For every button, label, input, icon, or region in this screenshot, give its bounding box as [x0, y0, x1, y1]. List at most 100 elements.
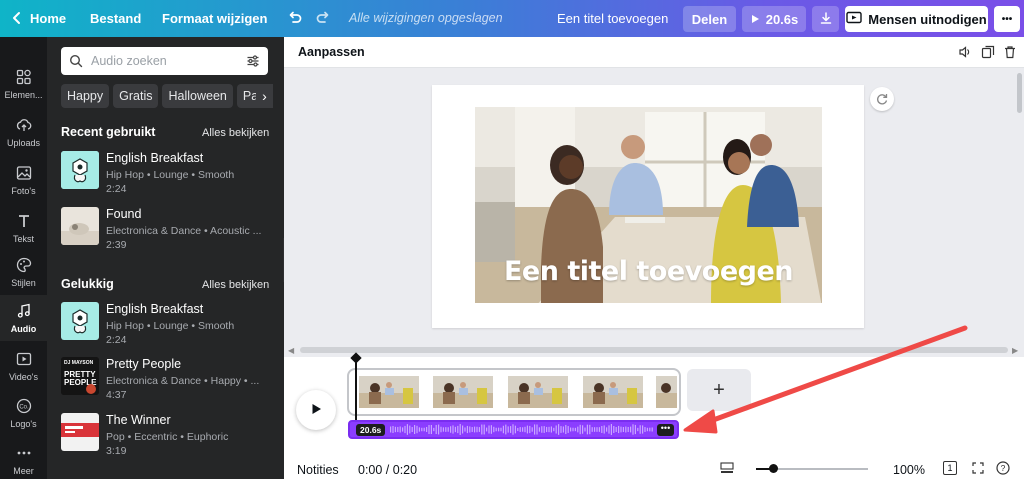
text-icon [16, 213, 32, 231]
rail-label-uploads: Uploads [6, 137, 41, 148]
time-readout: 0:00 / 0:20 [358, 463, 418, 477]
waveform-bar [510, 426, 512, 433]
list-item[interactable]: English Breakfast Hip Hop • Lounge • Smo… [61, 302, 271, 350]
regenerate-icon[interactable] [870, 87, 894, 111]
waveform-bar [548, 426, 550, 433]
waveform-bar [632, 424, 634, 435]
waveform-bar [428, 424, 430, 435]
duplicate-icon[interactable] [981, 45, 995, 59]
clip-frame [583, 376, 643, 408]
waveform-bar [651, 427, 653, 432]
filter-icon[interactable] [246, 54, 260, 68]
waveform-bar [414, 424, 416, 435]
meeting-photo[interactable]: Een titel toevoegen [475, 107, 822, 303]
list-item[interactable]: Found Electronica & Dance • Acoustic ...… [61, 207, 271, 255]
playhead[interactable] [355, 357, 357, 425]
help-icon[interactable]: ? [996, 461, 1010, 478]
present-icon [846, 11, 862, 28]
chevron-left-icon[interactable] [8, 9, 26, 27]
track-duration: 2:24 [106, 183, 127, 195]
waveform-bar [546, 426, 548, 433]
notes-button[interactable]: Notities [297, 463, 339, 477]
scroll-left-icon[interactable]: ◀ [288, 346, 294, 355]
waveform-bar [464, 427, 466, 432]
volume-icon[interactable] [958, 45, 972, 59]
waveform-bar [474, 426, 476, 433]
chip-free[interactable]: Gratis [113, 84, 159, 108]
redo-icon[interactable] [315, 9, 333, 27]
track-meta: Hip Hop • Lounge • Smooth [106, 169, 235, 181]
resize-menu[interactable]: Formaat wijzigen [162, 11, 267, 26]
waveform-bar [637, 427, 639, 432]
waveform-bar [440, 426, 442, 433]
rail-item-photos[interactable]: Foto's [0, 157, 47, 203]
rail-item-styles[interactable]: Stijlen [0, 249, 47, 295]
track-meta: Electronica & Dance • Acoustic ... [106, 225, 262, 237]
waveform-bar [543, 426, 545, 433]
scroll-right-icon[interactable]: ▶ [1012, 346, 1018, 355]
page-title-text[interactable]: Een titel toevoegen [475, 256, 822, 287]
upload-icon [16, 117, 32, 135]
audio-track[interactable]: 20.6s ••• [348, 420, 679, 439]
video-clip[interactable] [347, 368, 681, 416]
waveform-bar [541, 426, 543, 433]
zoom-level[interactable]: 100% [893, 463, 925, 477]
waveform-bar [562, 426, 564, 433]
audio-search[interactable]: Audio zoeken [61, 47, 268, 75]
waveform-bar [591, 427, 593, 432]
waveform-bar [522, 427, 524, 432]
rail-item-uploads[interactable]: Uploads [0, 109, 47, 155]
chip-happy[interactable]: Happy [61, 84, 110, 108]
play-preview-button[interactable]: 20.6s [742, 6, 806, 32]
track-duration: 4:37 [106, 389, 127, 401]
more-menu-button[interactable]: ••• [994, 6, 1020, 32]
rail-item-videos[interactable]: Video's [0, 343, 47, 389]
list-item[interactable]: DJ MAYSON PRETTY PEOPLE Pretty People Elec… [61, 357, 271, 405]
waveform-bar [426, 426, 428, 433]
rail-item-audio[interactable]: Audio [0, 295, 47, 341]
chevron-right-icon[interactable]: › [256, 84, 273, 108]
rail-item-logos[interactable]: Co. Logo's [0, 390, 47, 436]
fullscreen-icon[interactable] [972, 462, 984, 477]
waveform-bar [406, 424, 408, 435]
grid-view-icon[interactable] [720, 462, 734, 477]
save-status: Alle wijzigingen opgeslagen [349, 11, 503, 25]
design-title[interactable]: Een titel toevoegen [557, 11, 668, 26]
rail-item-elements[interactable]: Elemen... [0, 61, 47, 107]
rail-label-videos: Video's [8, 371, 39, 382]
waveform-bar [618, 425, 620, 434]
list-item[interactable]: English Breakfast Hip Hop • Lounge • Smo… [61, 151, 271, 199]
adjust-button[interactable]: Aanpassen [298, 45, 365, 59]
editor-toolbar: Aanpassen [284, 37, 1024, 68]
rail-item-text[interactable]: Tekst [0, 205, 47, 251]
recent-see-all-link[interactable]: Alles bekijken [202, 127, 269, 139]
invite-button[interactable]: Mensen uitnodigen [845, 6, 988, 32]
design-page[interactable]: Een titel toevoegen [432, 85, 864, 328]
waveform-bar [488, 425, 490, 434]
waveform-bar [574, 427, 576, 432]
waveform-bar [486, 427, 488, 432]
add-clip-button[interactable]: + [687, 369, 751, 411]
list-item[interactable]: The Winner Pop • Eccentric • Euphoric 3:… [61, 413, 271, 461]
home-link[interactable]: Home [30, 11, 66, 26]
zoom-slider-handle[interactable] [768, 464, 778, 473]
waveform-bar [630, 426, 632, 433]
canvas-horizontal-scrollbar[interactable]: ◀ ▶ [284, 343, 1024, 357]
audio-options-button[interactable]: ••• [657, 424, 674, 436]
download-button[interactable] [812, 6, 839, 32]
canvas-vertical-scrollbar[interactable] [1017, 73, 1022, 343]
waveform-bar [478, 427, 480, 432]
page-number-badge[interactable]: 1 [943, 461, 957, 475]
waveform-bar [390, 426, 392, 433]
horizontal-scroll-thumb[interactable] [300, 347, 1008, 353]
share-button[interactable]: Delen [683, 6, 736, 32]
waveform-bar [505, 424, 507, 435]
rail-item-more[interactable]: Meer [0, 437, 47, 479]
play-button[interactable] [296, 390, 336, 430]
trash-icon[interactable] [1003, 45, 1017, 59]
file-menu[interactable]: Bestand [90, 11, 141, 26]
undo-icon[interactable] [285, 9, 303, 27]
chip-halloween[interactable]: Halloween [162, 84, 233, 108]
happy-see-all-link[interactable]: Alles bekijken [202, 279, 269, 291]
waveform-bar [529, 425, 531, 434]
